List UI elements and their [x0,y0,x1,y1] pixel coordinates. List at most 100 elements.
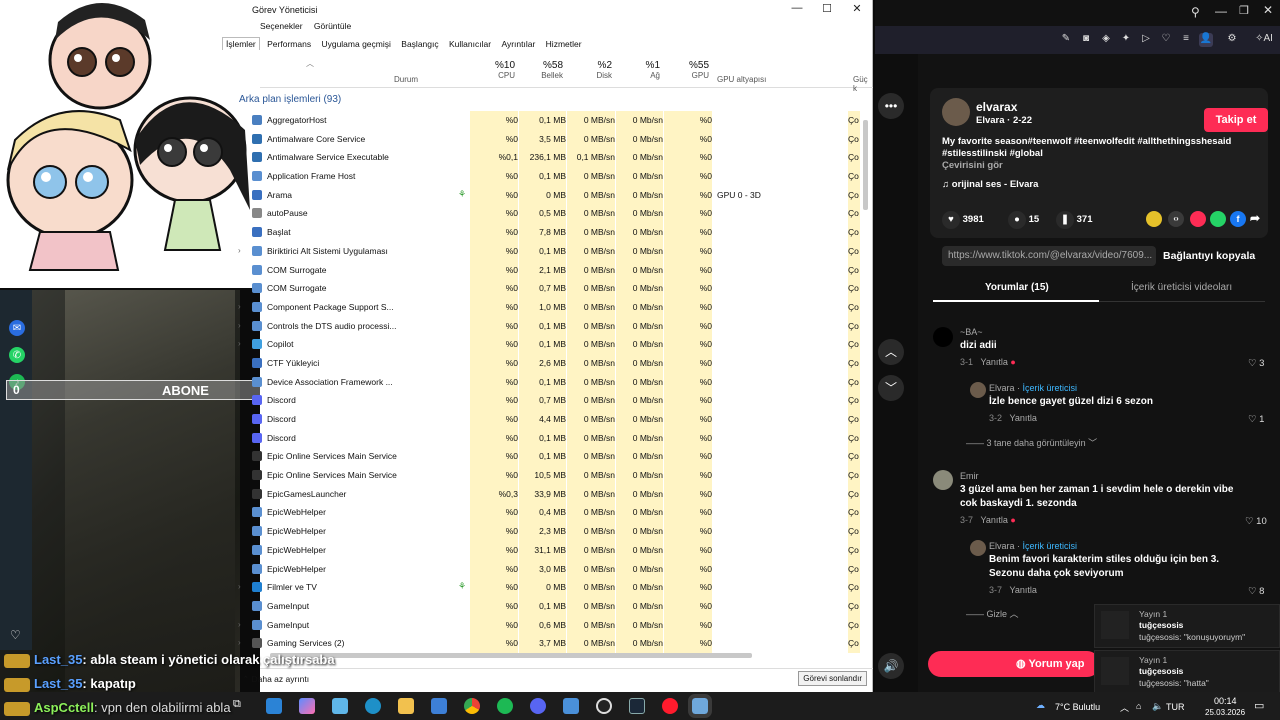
heart-outline-icon[interactable]: ♡ [1159,33,1173,47]
clock-date[interactable]: 25.03.2026 [1205,708,1245,717]
settings-icon[interactable]: ⚙ [1225,33,1239,47]
like-button[interactable]: ♥ 3981 [942,211,984,229]
process-row[interactable]: EpicWebHelper %0 2,3 MB 0 MB/sn 0 Mb/sn %0 Ço [252,522,860,541]
vertical-scrollbar[interactable] [862,110,870,650]
process-row[interactable]: GameInput %0 0,1 MB 0 MB/sn 0 Mb/sn %0 Ço [252,596,860,616]
follow-button[interactable]: Takip et [1204,108,1268,132]
tab-performance[interactable]: Performans [264,38,314,50]
restore-icon[interactable]: ❐ [1239,4,1249,17]
expand-chevron-icon[interactable]: › [238,339,241,348]
process-row[interactable]: › GameInput %0 0,6 MB 0 MB/sn 0 Mb/sn %0 Ço [238,615,860,635]
process-row[interactable]: › Gaming Services (2) %0 3,7 MB 0 MB/sn 0 Mb/… [238,634,860,653]
task-manager-taskbar-icon[interactable] [688,694,712,718]
col-power[interactable]: Güç k [853,75,873,93]
weather-text[interactable]: 7°C Bulutlu [1055,702,1100,712]
sound-row[interactable]: ♫ orijinal ses - Elvara [942,179,1038,190]
minimize-icon[interactable]: — [1215,4,1227,18]
process-row[interactable]: Discord %0 0,1 MB 0 MB/sn 0 Mb/sn %0 Ço [252,428,860,448]
tab-details[interactable]: Ayrıntılar [498,38,538,50]
end-task-button[interactable]: Görevi sonlandır [798,671,867,686]
extension-icon[interactable]: ✦ [1119,33,1133,47]
hide-replies[interactable]: —— Gizle ︿ [966,607,1019,620]
col-network[interactable]: %1 Ağ [616,60,660,80]
col-memory[interactable]: %58 Bellek [519,60,563,80]
process-row[interactable]: COM Surrogate %0 2,1 MB 0 MB/sn 0 Mb/sn %0 Ço [252,260,860,280]
reply-like[interactable]: ♡ 1 [1248,414,1264,425]
network-icon[interactable]: ⌂ [1136,701,1141,711]
whatsapp-icon[interactable]: ✆ [9,347,25,363]
tab-comments[interactable]: Yorumlar (15) [985,282,1049,293]
share-send-icon[interactable] [1190,211,1206,227]
commenter-avatar[interactable] [933,470,953,490]
process-row[interactable]: EpicWebHelper %0 0,4 MB 0 MB/sn 0 Mb/sn %0 Ço [252,503,860,523]
horizontal-scrollbar[interactable] [260,652,860,660]
stream-notification[interactable]: Yayın 1 tuğçesosis tuğçesosis: "hatta" [1094,650,1280,694]
fewer-details-button[interactable]: ⌃ Daha az ayrıntı [242,674,309,685]
ai-icon[interactable]: ✧AI [1251,33,1277,47]
process-row[interactable]: EpicGamesLauncher %0,3 33,9 MB 0 MB/sn 0 Mb/… [252,484,860,504]
tab-startup[interactable]: Başlangıç [398,38,441,50]
creator-avatar[interactable] [970,382,986,398]
commenter-name[interactable]: Emir [960,471,979,481]
process-row[interactable]: Device Association Framework ... %0 0,1 MB… [252,372,860,392]
file-explorer-taskbar-icon[interactable] [266,698,282,714]
share-whatsapp-icon[interactable] [1210,211,1226,227]
discord-taskbar-icon[interactable] [530,698,546,714]
chrome-taskbar-icon[interactable] [464,698,480,714]
view-more-replies[interactable]: —— 3 tane daha görüntüleyin ﹀ [966,436,1097,449]
camera-icon[interactable]: ◙ [1079,33,1093,47]
process-row[interactable]: Discord %0 0,7 MB 0 MB/sn 0 Mb/sn %0 Ço [252,391,860,410]
copilot-taskbar-icon[interactable] [299,698,315,714]
commenter-name[interactable]: ~BA~ [960,327,983,337]
more-options-icon[interactable]: ••• [878,93,904,119]
commenter-avatar[interactable] [933,327,953,347]
expand-chevron-icon[interactable]: › [238,620,241,629]
process-row[interactable]: EpicWebHelper %0 31,1 MB 0 MB/sn 0 Mb/sn %0 Ço [252,540,860,560]
edit-icon[interactable]: ✎ [1059,33,1073,47]
previous-video-icon[interactable]: ︿ [878,339,904,365]
close-button[interactable]: ✕ [848,2,866,18]
reply-author[interactable]: Elvara · İçerik üreticisi [989,541,1077,551]
copy-link-button[interactable]: Bağlantıyı kopyala [1163,250,1255,262]
notifications-icon[interactable]: ▭ [1254,699,1264,712]
task-view-icon[interactable]: ⧉ [233,698,249,714]
process-row[interactable]: › Component Package Support S... %0 1,0 MB 0… [238,297,860,317]
notepad-taskbar-icon[interactable] [332,698,348,714]
spotify-taskbar-icon[interactable] [497,698,513,714]
comment-like[interactable]: ♡ 10 [1245,516,1267,527]
comment-button[interactable]: ● 15 [1008,211,1039,229]
tab-services[interactable]: Hizmetler [543,38,585,50]
translate-link[interactable]: Çevirisini gör [942,160,1003,171]
app-taskbar-icon[interactable] [563,698,579,714]
share-facebook-icon[interactable]: f [1230,211,1246,227]
expand-chevron-icon[interactable]: › [238,582,241,591]
minimize-button[interactable]: — [788,2,806,18]
shield-icon[interactable]: ◈ [1099,33,1113,47]
process-row[interactable]: Antimalware Core Service %0 3,5 MB 0 MB/sn 0… [252,129,860,149]
opera-taskbar-icon[interactable] [662,698,678,714]
reply-button[interactable]: Yanıtla [981,357,1008,367]
expand-chevron-icon[interactable]: › [238,638,241,647]
next-video-icon[interactable]: ﹀ [878,375,904,401]
expand-chevron-icon[interactable]: › [238,246,241,255]
edge-taskbar-icon[interactable] [365,698,381,714]
tab-users[interactable]: Kullanıcılar [446,38,494,50]
expand-chevron-icon[interactable]: › [238,321,241,330]
col-gpu-engine[interactable]: GPU altyapısı [717,75,766,84]
process-row[interactable]: Epic Online Services Main Service %0 10,5 … [252,466,860,485]
tab-app-history[interactable]: Uygulama geçmişi [318,38,393,50]
title-bar[interactable]: Görev Yöneticisi — ☐ ✕ [252,0,873,20]
share-arrow-icon[interactable]: ➦ [1250,211,1260,225]
comment-like[interactable]: ♡ 3 [1248,358,1264,369]
process-row[interactable]: AggregatorHost %0 0,1 MB 0 MB/sn 0 Mb/sn %0 Ço [252,111,860,130]
process-row[interactable]: Discord %0 4,4 MB 0 MB/sn 0 Mb/sn %0 Ço [252,410,860,429]
process-row[interactable]: COM Surrogate %0 0,7 MB 0 MB/sn 0 Mb/sn %0 Ço [252,279,860,298]
process-row[interactable]: autoPause %0 0,5 MB 0 MB/sn 0 Mb/sn %0 Ço [252,204,860,224]
search-icon[interactable]: ⚲ [1191,5,1200,19]
save-button[interactable]: ❚ 371 [1056,211,1093,229]
process-row[interactable]: Başlat %0 7,8 MB 0 MB/sn 0 Mb/sn %0 Ço [252,223,860,242]
author-username[interactable]: elvarax [976,100,1017,114]
col-cpu[interactable]: %10 CPU [470,60,515,80]
tab-processes[interactable]: İşlemler [222,37,260,50]
process-row[interactable]: Epic Online Services Main Service %0 0,1 M… [252,447,860,467]
